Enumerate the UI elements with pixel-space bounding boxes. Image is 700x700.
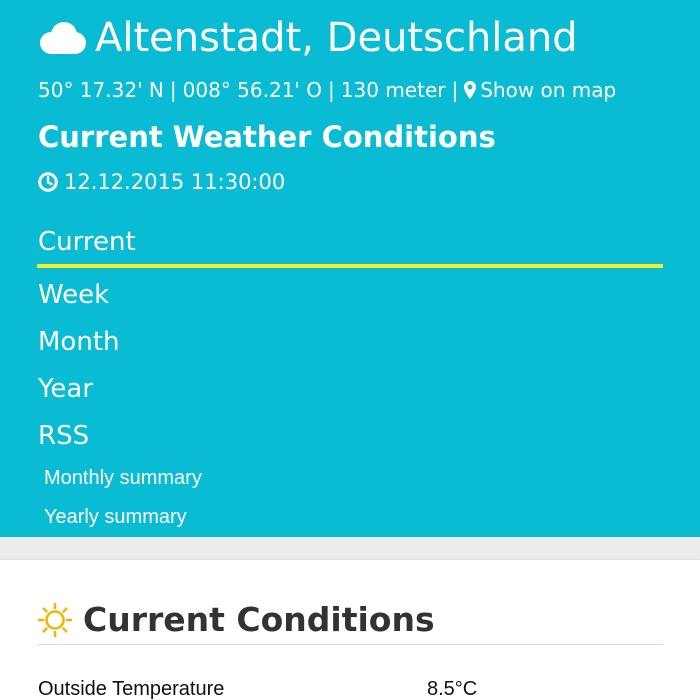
sun-icon — [37, 602, 73, 638]
altitude: 130 meter — [340, 78, 446, 102]
map-marker-icon — [464, 81, 477, 99]
separator: | — [169, 78, 177, 102]
cloud-icon — [40, 22, 86, 54]
card-title: Current Conditions — [83, 600, 435, 639]
station-location: 50° 17.32' N | 008° 56.21' O | 130 meter… — [38, 76, 616, 104]
latitude: 50° 17.32' N — [38, 78, 164, 102]
nav-item-year[interactable]: Year — [38, 371, 93, 407]
outside-temperature-label: Outside Temperature — [38, 678, 225, 700]
show-on-map-link[interactable]: Show on map — [480, 76, 616, 104]
nav-item-month[interactable]: Month — [38, 324, 120, 360]
conditions-heading: Current Weather Conditions — [38, 120, 496, 154]
active-tab-underline — [37, 264, 663, 268]
site-header: Altenstadt, Deutschland 50° 17.32' N | 0… — [0, 0, 700, 537]
separator: | — [451, 78, 459, 102]
card-title-row: Current Conditions — [37, 600, 435, 640]
clock-icon — [38, 172, 58, 192]
longitude: 008° 56.21' O — [182, 78, 323, 102]
current-conditions-card: Current Conditions Outside Temperature 8… — [0, 560, 700, 700]
title-row: Altenstadt, Deutschland — [37, 12, 578, 64]
separator: | — [328, 78, 335, 102]
nav-item-rss[interactable]: RSS — [38, 418, 89, 454]
nav-item-yearly-summary[interactable]: Yearly summary — [44, 503, 187, 531]
nav-item-current[interactable]: Current — [38, 224, 136, 260]
observation-time: 12.12.2015 11:30:00 — [38, 168, 285, 196]
outside-temperature-value: 8.5°C — [427, 678, 478, 700]
datetime-text: 12.12.2015 11:30:00 — [64, 170, 286, 194]
nav-item-week[interactable]: Week — [38, 277, 109, 313]
nav-item-monthly-summary[interactable]: Monthly summary — [44, 464, 202, 492]
page-title: Altenstadt, Deutschland — [95, 15, 578, 61]
card-divider — [37, 644, 663, 645]
